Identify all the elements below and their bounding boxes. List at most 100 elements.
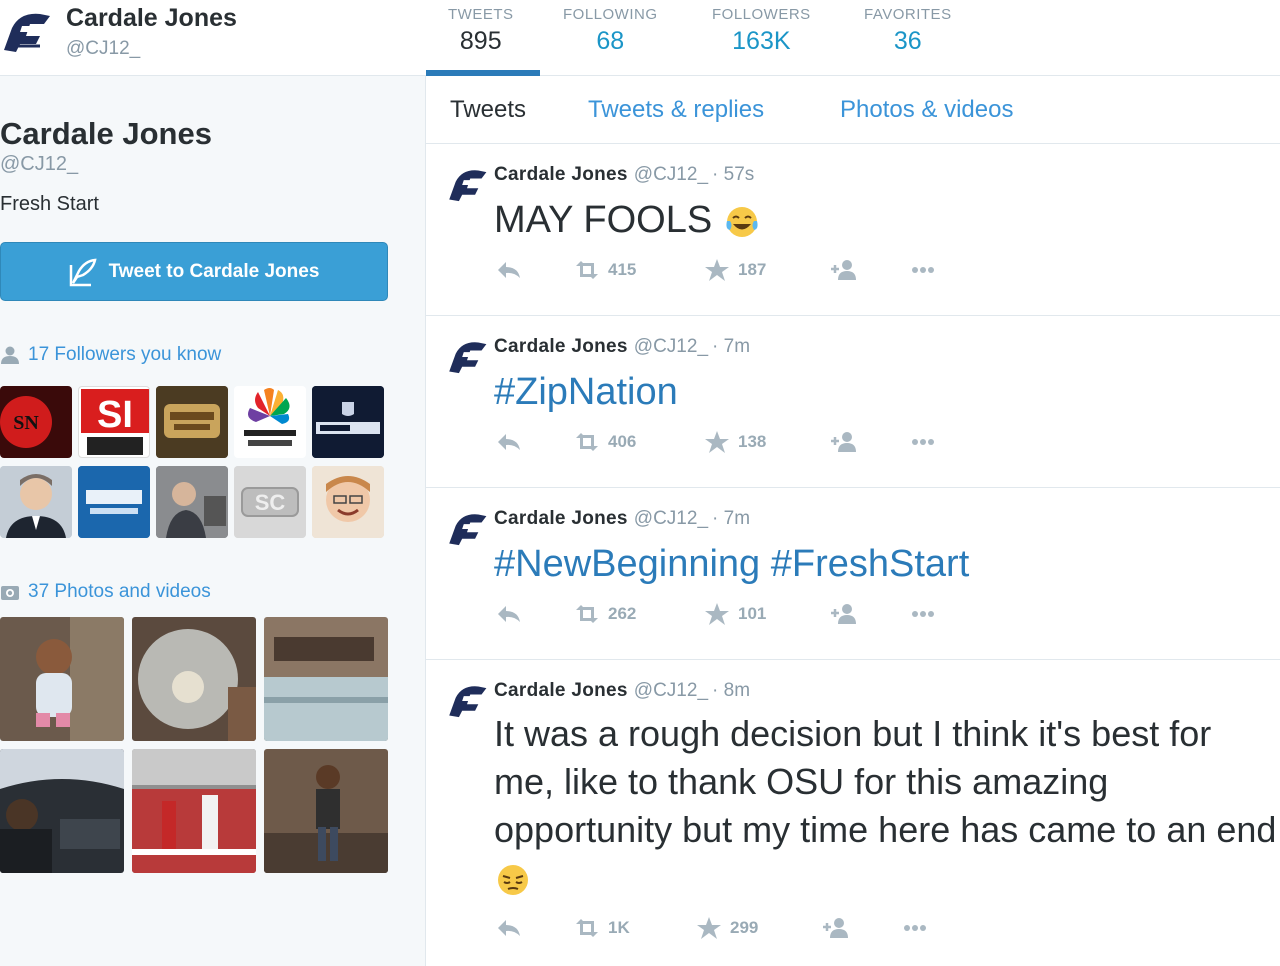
laughing-tears-emoji-icon [726, 206, 758, 237]
follower-avatar-cfb247[interactable] [312, 386, 384, 458]
tweet-item[interactable]: Cardale Jones @CJ12_ · 8m It was a rough d… [426, 660, 1280, 966]
favorite-count: 187 [738, 260, 767, 279]
timeline: Tweets Tweets & replies Photos & videos … [426, 76, 1280, 966]
follow-person-icon [831, 260, 856, 280]
tweet-author-handle[interactable]: @CJ12_ [634, 680, 708, 701]
tab-photos-videos[interactable]: Photos & videos [840, 96, 1013, 124]
reply-icon [498, 434, 520, 450]
star-icon [705, 603, 729, 625]
tweet-avatar[interactable] [446, 164, 488, 206]
favorite-button[interactable]: 101 [704, 602, 766, 626]
retweet-count: 262 [608, 604, 637, 623]
tab-tweets[interactable]: Tweets [450, 96, 526, 124]
stat-followers[interactable]: FOLLOWERS 163K [712, 6, 811, 56]
favorite-count: 299 [730, 918, 759, 937]
tweet-author-name[interactable]: Cardale Jones [494, 164, 628, 185]
tweet-timestamp[interactable]: · 7m [712, 508, 750, 529]
follow-button[interactable] [830, 602, 856, 626]
reply-button[interactable] [496, 258, 522, 282]
follower-avatar-si-college-football[interactable]: SI [78, 386, 150, 458]
tweet-avatar[interactable] [446, 680, 488, 722]
photo-thumb-baby-shirt[interactable] [132, 617, 256, 741]
retweet-button[interactable]: 406 [574, 430, 636, 454]
compose-quill-icon [69, 258, 97, 286]
favorite-count: 138 [738, 432, 767, 451]
tweet-text[interactable]: #NewBeginning #FreshStart [494, 540, 969, 588]
profile-name[interactable]: Cardale Jones [0, 116, 212, 152]
follower-avatar-college-football[interactable] [156, 386, 228, 458]
favorite-button[interactable]: 299 [696, 916, 758, 940]
follow-person-icon [831, 604, 856, 624]
photo-thumb-restaurant[interactable] [264, 617, 388, 741]
follower-avatar-smiling-man[interactable] [312, 466, 384, 538]
favorite-button[interactable]: 187 [704, 258, 766, 282]
tweet-hashtag-link[interactable]: #ZipNation [494, 371, 678, 413]
follow-button[interactable] [830, 258, 856, 282]
retweet-icon [576, 605, 598, 623]
reply-icon [498, 262, 520, 278]
tweet-author-handle[interactable]: @CJ12_ [634, 336, 708, 357]
followers-you-know-link[interactable]: 17 Followers you know [0, 344, 221, 366]
photo-thumb-hallway[interactable] [264, 749, 388, 873]
favorite-button[interactable]: 138 [704, 430, 766, 454]
reply-button[interactable] [496, 430, 522, 454]
tab-tweets-replies[interactable]: Tweets & replies [588, 96, 764, 124]
photo-thumb-baby[interactable] [0, 617, 124, 741]
tweet-to-button[interactable]: Tweet to Cardale Jones [0, 242, 388, 301]
tweet-author-name[interactable]: Cardale Jones [494, 508, 628, 529]
photos-videos-link[interactable]: 37 Photos and videos [0, 581, 211, 603]
tweet-text[interactable]: #ZipNation [494, 368, 678, 416]
reply-icon [498, 920, 520, 936]
retweet-button[interactable]: 262 [574, 602, 636, 626]
retweet-count: 406 [608, 432, 637, 451]
follow-button[interactable] [822, 916, 848, 940]
reply-button[interactable] [496, 602, 522, 626]
tweet-author-name[interactable]: Cardale Jones [494, 336, 628, 357]
tweet-author-handle[interactable]: @CJ12_ [634, 508, 708, 529]
more-button[interactable] [910, 430, 936, 454]
retweet-button[interactable]: 1K [574, 916, 630, 940]
follower-avatar-sportscenter[interactable]: SC [234, 466, 306, 538]
tweet-author-name[interactable]: Cardale Jones [494, 680, 628, 701]
followers-you-know-label: 17 Followers you know [28, 344, 222, 365]
stat-favorites[interactable]: FAVORITES 36 [864, 6, 952, 56]
follow-button[interactable] [830, 430, 856, 454]
tweet-timestamp[interactable]: · 8m [712, 680, 750, 701]
stat-favorites-label: FAVORITES [864, 6, 952, 23]
retweet-button[interactable]: 415 [574, 258, 636, 282]
tweet-item[interactable]: Cardale Jones @CJ12_ · 7m #NewBeginning #F… [426, 488, 1280, 660]
follower-avatar-nbc-sports[interactable] [234, 386, 306, 458]
reply-button[interactable] [496, 916, 522, 940]
follower-avatar-man-suit[interactable] [0, 466, 72, 538]
stat-following[interactable]: FOLLOWING 68 [563, 6, 658, 56]
tweet-author-handle[interactable]: @CJ12_ [634, 164, 708, 185]
tweet-header: Cardale Jones @CJ12_ · 7m [494, 336, 750, 358]
follower-avatar-desk-photo[interactable] [156, 466, 228, 538]
reply-icon [498, 606, 520, 622]
tweet-avatar[interactable] [446, 508, 488, 550]
follower-avatar-247sports[interactable] [78, 466, 150, 538]
tweet-item[interactable]: Cardale Jones @CJ12_· 57s MAY FOOLS 415 [426, 144, 1280, 316]
profile-top-bar: Cardale Jones @CJ12_ TWEETS 895 FOLLOWIN… [0, 0, 1280, 76]
top-profile-name[interactable]: Cardale Jones [66, 4, 237, 33]
tweet-timestamp[interactable]: · 57s [712, 164, 754, 185]
stat-tweets[interactable]: TWEETS 895 [448, 6, 514, 56]
more-dots-icon [912, 267, 934, 273]
favorite-count: 101 [738, 604, 767, 623]
photo-thumb-cockpit[interactable] [0, 749, 124, 873]
tweet-timestamp[interactable]: · 7m [712, 336, 750, 357]
tweet-header: Cardale Jones @CJ12_ · 57s [494, 164, 754, 186]
zips-logo-avatar[interactable] [0, 6, 52, 58]
more-button[interactable] [910, 602, 936, 626]
follow-person-icon [831, 432, 856, 452]
more-button[interactable] [910, 258, 936, 282]
tweet-avatar[interactable] [446, 336, 488, 378]
tweet-item[interactable]: Cardale Jones @CJ12_ · 7m #ZipNation 406 1… [426, 316, 1280, 488]
follower-avatar-sn[interactable]: SN [0, 386, 72, 458]
photo-thumb-stadium[interactable] [132, 749, 256, 873]
more-button[interactable] [902, 916, 928, 940]
tweet-header: Cardale Jones @CJ12_ · 8m [494, 680, 750, 702]
profile-handle[interactable]: @CJ12_ [0, 153, 78, 176]
retweet-count: 415 [608, 260, 637, 279]
tweet-hashtag-link[interactable]: #NewBeginning #FreshStart [494, 543, 969, 585]
